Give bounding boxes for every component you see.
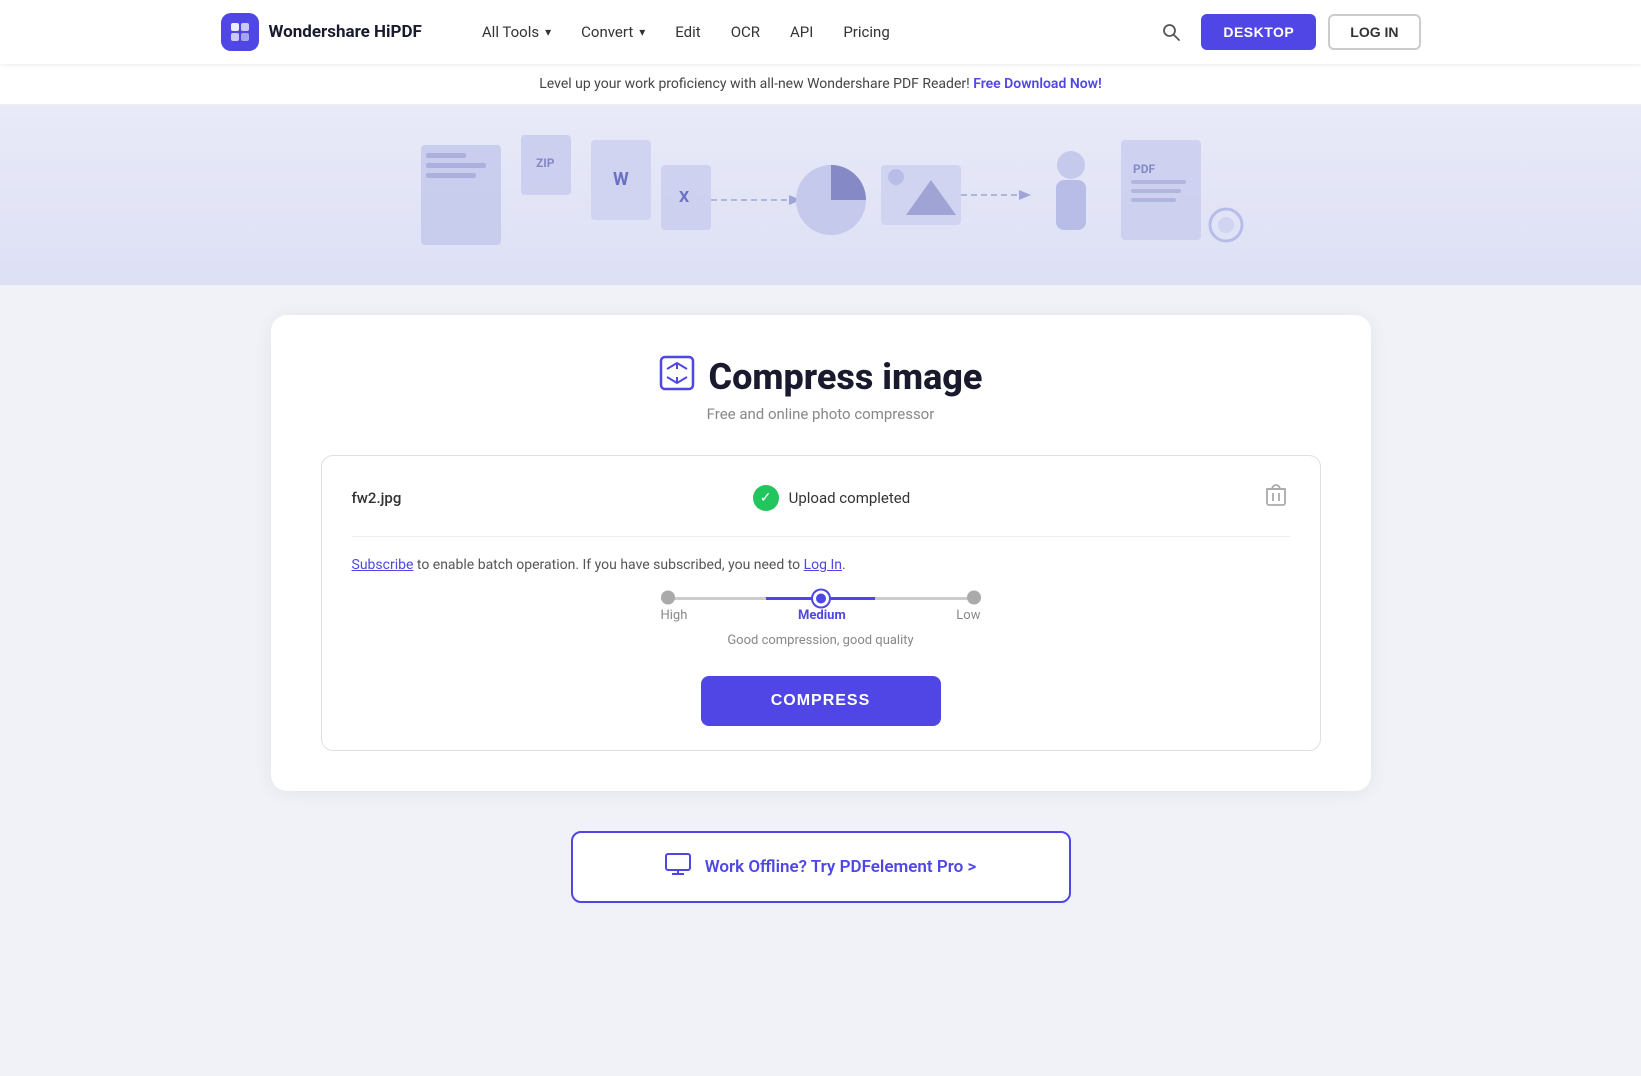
quality-slider-track[interactable]: [661, 597, 981, 600]
main-content: Compress image Free and online photo com…: [221, 285, 1421, 963]
upload-status-text: Upload completed: [789, 489, 911, 507]
logo[interactable]: Wondershare HiPDF: [221, 13, 422, 51]
subscribe-row: Subscribe to enable batch operation. If …: [352, 557, 1290, 573]
quality-description: Good compression, good quality: [727, 633, 913, 648]
slider-dot-low[interactable]: [967, 590, 981, 604]
quality-slider-area: High Medium Low Good compression, good q…: [352, 597, 1290, 648]
nav-link-convert[interactable]: Convert: [569, 15, 657, 49]
hero-illustration: ZIP W X PDF: [0, 105, 1641, 285]
file-name: fw2.jpg: [352, 489, 402, 507]
upload-status: ✓ Upload completed: [753, 485, 911, 511]
slider-dot-medium[interactable]: [813, 590, 829, 606]
slider-dot-high[interactable]: [661, 590, 675, 604]
subscribe-link[interactable]: Subscribe: [352, 557, 414, 573]
banner-link[interactable]: Free Download Now!: [973, 76, 1102, 92]
banner-text: Level up your work proficiency with all-…: [539, 76, 969, 92]
quality-label-high: High: [661, 608, 688, 623]
slider-track: [661, 597, 981, 600]
hero-section: ZIP W X PDF: [0, 105, 1641, 285]
file-row: fw2.jpg ✓ Upload completed: [352, 480, 1290, 516]
upload-container: fw2.jpg ✓ Upload completed: [321, 455, 1321, 751]
offline-cta[interactable]: Work Offline? Try PDFelement Pro >: [571, 831, 1071, 903]
svg-text:PDF: PDF: [1133, 162, 1156, 176]
check-circle-icon: ✓: [753, 485, 779, 511]
quality-label-low: Low: [956, 608, 980, 623]
logo-text: Wondershare HiPDF: [269, 22, 422, 42]
slider-dots: [661, 591, 981, 606]
tool-card: Compress image Free and online photo com…: [271, 315, 1371, 791]
subscribe-text: to enable batch operation. If you have s…: [417, 557, 804, 573]
slider-labels: High Medium Low: [661, 608, 981, 623]
monitor-icon: [665, 853, 691, 881]
tool-subtitle: Free and online photo compressor: [321, 405, 1321, 423]
quality-label-medium: Medium: [798, 608, 846, 623]
promo-banner: Level up your work proficiency with all-…: [0, 64, 1641, 105]
tool-title-area: Compress image Free and online photo com…: [321, 355, 1321, 423]
nav-actions: DESKTOP LOG IN: [1153, 14, 1420, 50]
offline-cta-text: Work Offline? Try PDFelement Pro >: [705, 857, 977, 877]
compress-icon: [659, 355, 695, 399]
nav-links: All Tools Convert Edit OCR API Pricing: [470, 15, 1121, 49]
svg-text:X: X: [679, 187, 689, 206]
login-link[interactable]: Log In: [804, 557, 842, 573]
desktop-button[interactable]: DESKTOP: [1201, 14, 1316, 50]
svg-text:ZIP: ZIP: [536, 156, 555, 170]
nav-link-edit[interactable]: Edit: [663, 15, 712, 49]
tool-title: Compress image: [709, 356, 983, 398]
nav-link-ocr[interactable]: OCR: [719, 15, 772, 49]
svg-text:W: W: [613, 169, 629, 190]
search-icon[interactable]: [1153, 14, 1189, 50]
login-button[interactable]: LOG IN: [1328, 14, 1420, 50]
nav-link-api[interactable]: API: [778, 15, 825, 49]
divider: [352, 536, 1290, 537]
nav-link-alltools[interactable]: All Tools: [470, 15, 563, 49]
compress-button[interactable]: COMPRESS: [701, 676, 941, 726]
logo-icon: [221, 13, 259, 51]
navbar: Wondershare HiPDF All Tools Convert Edit…: [0, 0, 1641, 64]
delete-file-button[interactable]: [1262, 480, 1290, 516]
nav-link-pricing[interactable]: Pricing: [831, 15, 901, 49]
